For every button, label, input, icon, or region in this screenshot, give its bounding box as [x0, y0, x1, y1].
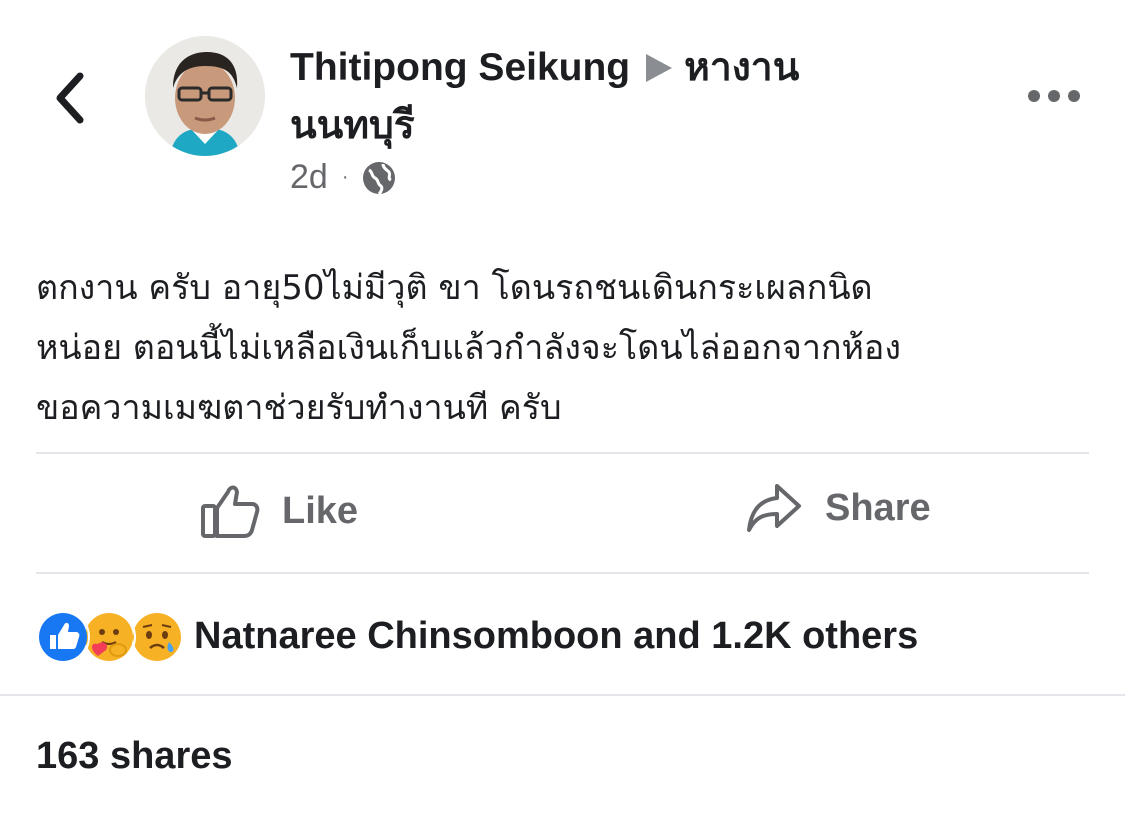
- post-meta: 2d ·: [290, 158, 397, 197]
- group-name-line2[interactable]: นนทบุรี: [290, 100, 415, 152]
- share-arrow-icon: [747, 484, 801, 532]
- play-arrow-icon: [646, 44, 673, 96]
- care-reaction-icon: [82, 610, 136, 664]
- like-button[interactable]: Like: [200, 482, 358, 540]
- post-line: ขอความเมฆตาช่วยรับทำงานที ครับ: [36, 388, 562, 428]
- group-name[interactable]: หางาน: [684, 46, 799, 89]
- post-line: ตกงาน ครับ อายุ50ไม่มีวุติ ขา โดนรถชนเดิ…: [36, 268, 873, 308]
- reaction-icons: [36, 610, 186, 664]
- profile-photo: [145, 36, 265, 156]
- post-line: หน่อย ตอนนี้ไม่เหลือเงินเก็บแล้วกำลังจะโ…: [36, 328, 901, 368]
- chevron-left-icon[interactable]: [50, 70, 90, 126]
- post-author-line: Thitipong Seikung หางาน: [290, 42, 799, 96]
- meta-separator: ·: [341, 166, 349, 188]
- reactions-summary[interactable]: Natnaree Chinsomboon and 1.2K others: [36, 610, 918, 664]
- divider: [36, 572, 1089, 574]
- globe-icon: [362, 161, 395, 195]
- post-body: ตกงาน ครับ อายุ50ไม่มีวุติ ขา โดนรถชนเดิ…: [36, 258, 1096, 438]
- sad-reaction-icon: [130, 610, 184, 664]
- author-name[interactable]: Thitipong Seikung: [290, 46, 630, 89]
- reactions-text[interactable]: Natnaree Chinsomboon and 1.2K others: [194, 615, 918, 658]
- post-time[interactable]: 2d: [290, 158, 328, 197]
- share-button[interactable]: Share: [745, 482, 931, 534]
- divider: [36, 452, 1089, 454]
- avatar[interactable]: [145, 36, 265, 156]
- like-reaction-icon: [36, 610, 90, 664]
- divider: [0, 694, 1125, 696]
- like-label: Like: [282, 489, 359, 532]
- shares-count[interactable]: 163 shares: [36, 735, 233, 778]
- share-label: Share: [825, 486, 931, 529]
- more-horizontal-icon[interactable]: [1028, 86, 1080, 106]
- thumbs-up-icon: [201, 485, 260, 538]
